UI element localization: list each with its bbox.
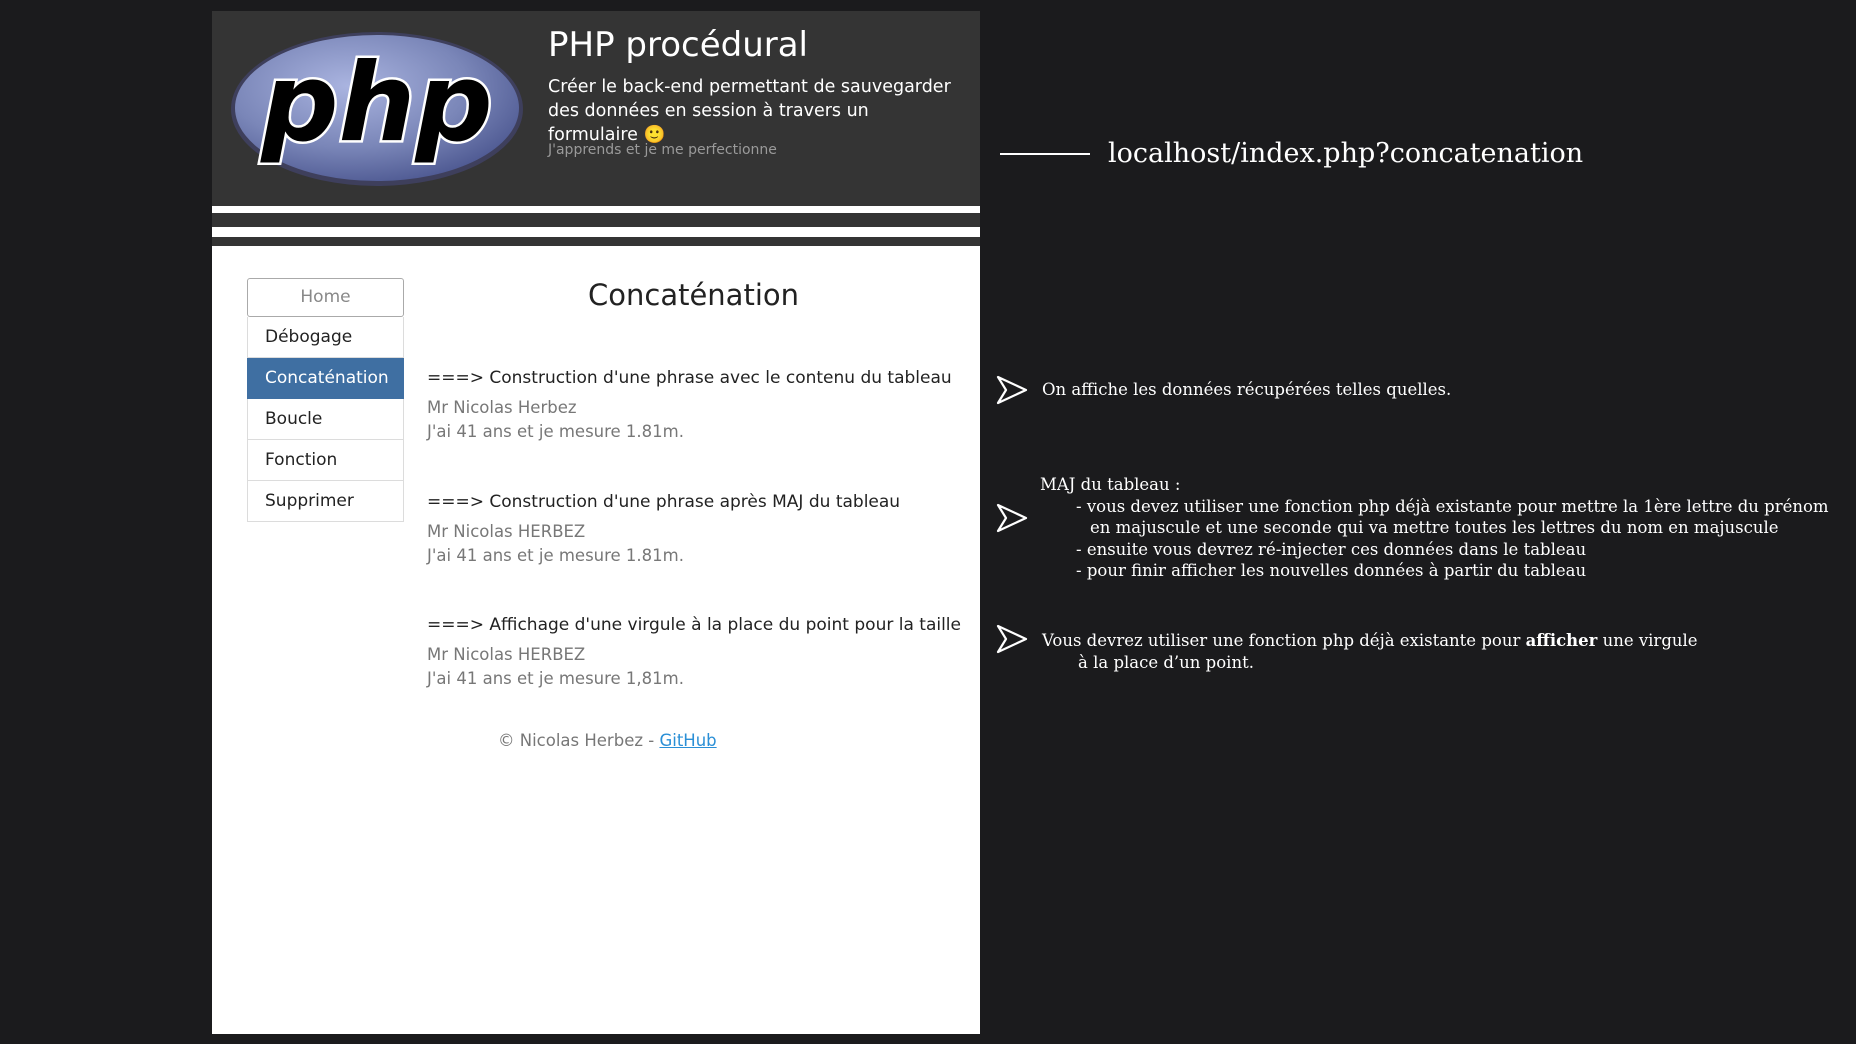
sidebar-item-fonction[interactable]: Fonction	[247, 440, 404, 481]
section-heading: ===> Affichage d'une virgule à la place …	[427, 615, 961, 635]
annotation-title: MAJ du tableau :	[1040, 475, 1181, 494]
url-annotation: localhost/index.php?concatenation	[1108, 138, 1584, 169]
annotation-text: Vous devrez utiliser une fonction php dé…	[1042, 631, 1526, 650]
arrow-icon	[996, 375, 1028, 405]
site-header: php PHP procédural Créer le back-end per…	[212, 11, 980, 206]
section-line: J'ai 41 ans et je mesure 1,81m.	[427, 669, 684, 688]
annotation-line: en majuscule et une seconde qui va mettr…	[1090, 518, 1779, 537]
sidebar-item-supprimer[interactable]: Supprimer	[247, 481, 404, 522]
header-stripe	[212, 213, 980, 227]
annotation-line: à la place d’un point.	[1078, 653, 1254, 672]
sidebar-item-debogage[interactable]: Débogage	[247, 317, 404, 358]
arrow-icon	[996, 624, 1028, 654]
annotation-note: Vous devrez utiliser une fonction php dé…	[1042, 630, 1698, 674]
page-title: Concaténation	[588, 278, 800, 312]
site-motto: J'apprends et je me perfectionne	[548, 142, 777, 158]
content-section: ===> Affichage d'une virgule à la place …	[427, 613, 967, 691]
annotation-line: - vous devez utiliser une fonction php d…	[1076, 496, 1829, 516]
url-pointer-line	[1000, 153, 1090, 155]
annotation-bold: afficher	[1525, 631, 1598, 650]
footer: © Nicolas Herbez - GitHub	[498, 731, 717, 750]
sidebar-item-concatenation[interactable]: Concaténation	[247, 358, 404, 399]
section-line: Mr Nicolas HERBEZ	[427, 522, 586, 541]
footer-copyright: © Nicolas Herbez -	[498, 731, 660, 750]
sidebar-item-home[interactable]: Home	[247, 278, 404, 317]
php-logo: php	[231, 32, 523, 186]
section-line: J'ai 41 ans et je mesure 1.81m.	[427, 546, 684, 565]
site-description: Créer le back-end permettant de sauvegar…	[548, 77, 951, 145]
sidebar-nav: Home Débogage Concaténation Boucle Fonct…	[247, 278, 404, 522]
arrow-icon	[996, 503, 1028, 533]
content-section: ===> Construction d'une phrase avec le c…	[427, 366, 967, 444]
site-title: PHP procédural	[548, 25, 808, 65]
annotation-line: - ensuite vous devrez ré-injecter ces do…	[1076, 539, 1587, 559]
header-stripe	[212, 237, 980, 246]
github-link[interactable]: GitHub	[659, 731, 716, 750]
sidebar-item-boucle[interactable]: Boucle	[247, 399, 404, 440]
annotation-note: On affiche les données récupérées telles…	[1042, 380, 1452, 399]
browser-window: php PHP procédural Créer le back-end per…	[212, 11, 980, 1034]
annotation-note: MAJ du tableau : - vous devez utiliser u…	[1040, 474, 1829, 582]
section-heading: ===> Construction d'une phrase après MAJ…	[427, 492, 901, 512]
logo-text: php	[259, 41, 493, 166]
section-line: Mr Nicolas HERBEZ	[427, 645, 586, 664]
annotation-line: - pour finir afficher les nouvelles donn…	[1076, 561, 1587, 580]
section-heading: ===> Construction d'une phrase avec le c…	[427, 368, 952, 388]
content-section: ===> Construction d'une phrase après MAJ…	[427, 490, 967, 568]
annotation-text: une virgule	[1597, 631, 1698, 650]
section-line: Mr Nicolas Herbez	[427, 398, 577, 417]
section-line: J'ai 41 ans et je mesure 1.81m.	[427, 422, 684, 441]
